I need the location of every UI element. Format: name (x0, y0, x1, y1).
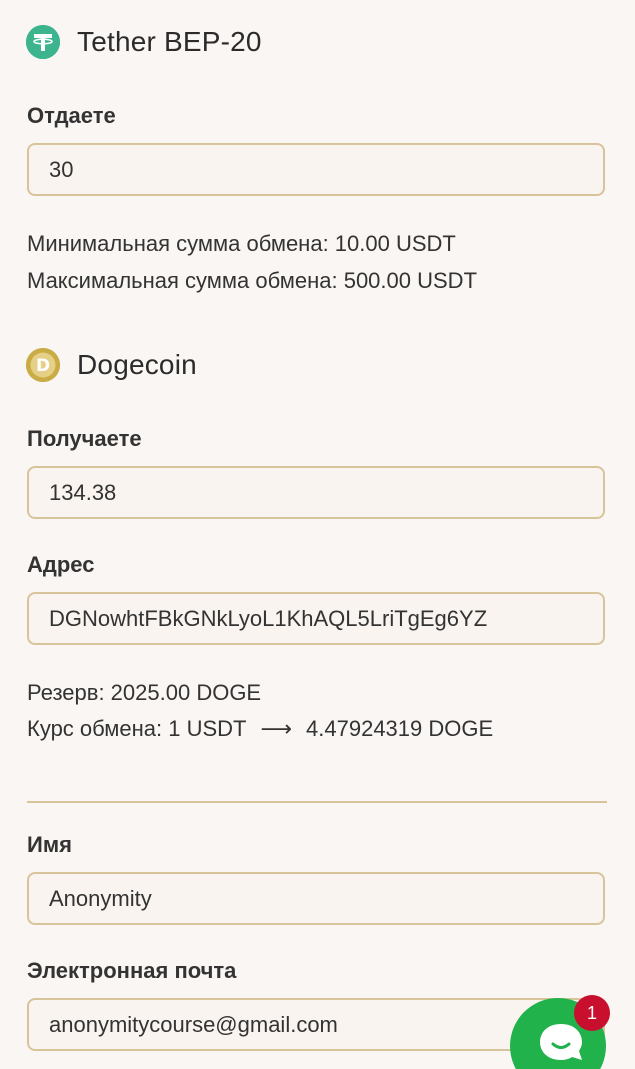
rate-prefix: Курс обмена: 1 USDT (27, 716, 247, 741)
receive-currency-header: D Dogecoin (26, 347, 197, 383)
name-label: Имя (27, 832, 72, 857)
address-label: Адрес (27, 552, 95, 577)
give-currency-header: Tether BEP-20 (26, 24, 262, 60)
arrow-right-icon: ⟶ (260, 716, 293, 741)
svg-text:D: D (36, 356, 50, 376)
give-amount-input[interactable] (27, 143, 605, 196)
exchange-rate: Курс обмена: 1 USDT ⟶ 4.47924319 DOGE (27, 716, 493, 742)
min-amount-text: Минимальная сумма обмена: 10.00 USDT (27, 231, 456, 256)
name-input[interactable] (27, 872, 605, 925)
chat-icon (540, 1024, 582, 1060)
give-currency-name: Tether BEP-20 (77, 26, 262, 57)
address-input[interactable] (27, 592, 605, 645)
tether-icon (26, 25, 60, 59)
max-amount-text: Максимальная сумма обмена: 500.00 USDT (27, 268, 478, 293)
reserve-text: Резерв: 2025.00 DOGE (27, 680, 262, 705)
rate-suffix: 4.47924319 DOGE (306, 716, 494, 741)
email-label: Электронная почта (27, 958, 237, 983)
receive-label: Получаете (27, 426, 142, 451)
chat-unread-badge: 1 (574, 995, 610, 1031)
dogecoin-icon: D (26, 348, 60, 382)
exchange-form: Tether BEP-20 Отдаете Минимальная сумма … (0, 0, 635, 1069)
receive-currency-name: Dogecoin (77, 349, 197, 380)
give-label: Отдаете (27, 103, 116, 128)
receive-amount-input[interactable] (27, 466, 605, 519)
section-divider (27, 801, 607, 803)
